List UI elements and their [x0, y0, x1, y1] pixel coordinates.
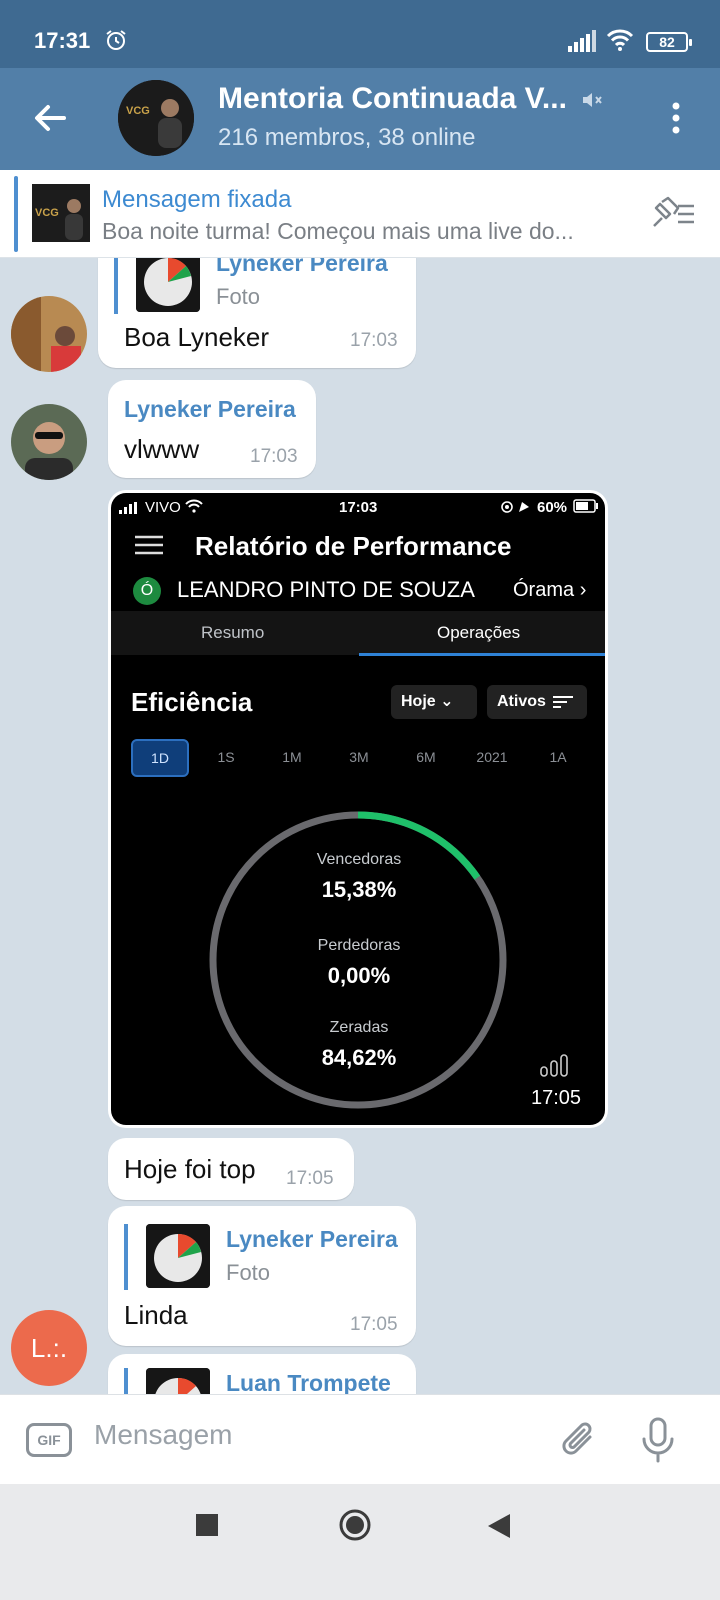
- period-filter: Hoje ⌄: [391, 685, 477, 719]
- sender-avatar[interactable]: [11, 296, 87, 372]
- range-3m: 3M: [349, 749, 369, 765]
- range-1m: 1M: [282, 749, 302, 765]
- message-text: Linda: [124, 1300, 188, 1330]
- message-bubble[interactable]: Hoje foi top 17:05: [108, 1138, 354, 1200]
- broker-name: Órama ›: [513, 579, 586, 602]
- user-avatar-fab[interactable]: L.:.: [11, 1310, 87, 1386]
- chat-subtitle: 216 membros, 38 online: [218, 124, 476, 151]
- back-arrow-icon[interactable]: [32, 100, 68, 136]
- pinned-message[interactable]: VCG Mensagem fixada Boa noite turma! Com…: [0, 170, 720, 258]
- attach-icon[interactable]: [560, 1417, 600, 1463]
- phone-battery: 60%: [537, 499, 568, 516]
- range-1a: 1A: [549, 749, 567, 765]
- stat-value-perdedoras: 0,00%: [327, 963, 391, 988]
- back-triangle-icon[interactable]: [486, 1512, 512, 1540]
- alarm-icon: [106, 30, 126, 50]
- phone-carrier: VIVO: [145, 499, 181, 516]
- assets-filter-label: Ativos: [497, 693, 546, 710]
- wifi-icon: [606, 29, 634, 51]
- message-list[interactable]: Lyneker Pereira Foto Boa Lyneker 17:03 L…: [0, 258, 720, 1420]
- message-time: 17:03: [350, 330, 398, 351]
- pinned-text: Boa noite turma! Começou mais uma live d…: [102, 218, 574, 244]
- more-options-icon[interactable]: [664, 98, 688, 138]
- tab-operacoes: Operações: [437, 623, 521, 642]
- phone-location-icon: [501, 501, 529, 513]
- status-time: 17:31: [34, 28, 91, 53]
- chat-title[interactable]: Mentoria Continuada V...: [218, 82, 567, 116]
- phone-signal-icon: [119, 502, 137, 514]
- views-icon: [540, 1054, 568, 1077]
- hamburger-menu-icon: [135, 535, 163, 555]
- message-time: 17:05: [286, 1168, 334, 1189]
- reply-sender-name: Lyneker Pereira: [226, 1226, 398, 1252]
- reply-preview[interactable]: Lyneker Pereira Foto: [114, 258, 388, 314]
- stat-label-zeradas: Zeradas: [329, 1019, 389, 1036]
- reply-type: Foto: [216, 284, 261, 309]
- report-tabs: [111, 611, 605, 655]
- stat-value-zeradas: 84,62%: [321, 1045, 397, 1070]
- signal-icon: [568, 30, 596, 52]
- broker-label: Órama: [513, 579, 575, 601]
- stat-value-vencedoras: 15,38%: [321, 877, 397, 902]
- stat-label-perdedoras: Perdedoras: [317, 937, 401, 954]
- assets-filter: Ativos: [487, 685, 587, 719]
- pinned-title: Mensagem fixada: [102, 186, 292, 213]
- battery-indicator: 82: [646, 32, 692, 52]
- phone-battery-icon: [573, 499, 598, 513]
- message-input-bar: GIF Mensagem: [0, 1394, 720, 1484]
- reply-sender-name: Lyneker Pereira: [216, 258, 388, 276]
- active-tab-indicator: [359, 653, 605, 656]
- group-avatar[interactable]: VCG: [118, 80, 194, 156]
- range-1d: 1D: [131, 739, 189, 777]
- home-icon[interactable]: [338, 1508, 372, 1542]
- period-filter-label: Hoje: [401, 693, 436, 710]
- message-text: Boa Lyneker: [124, 322, 270, 352]
- pinned-thumbnail: VCG: [32, 184, 90, 242]
- message-bubble[interactable]: Lyneker Pereira Foto Boa Lyneker 17:03: [98, 258, 416, 368]
- sender-name[interactable]: Lyneker Pereira: [124, 396, 296, 423]
- message-input[interactable]: Mensagem: [94, 1419, 233, 1451]
- chevron-down-icon: ⌄: [440, 693, 454, 710]
- reply-type: Foto: [226, 1260, 271, 1285]
- message-time: 17:03: [250, 446, 298, 467]
- reply-thumbnail: [136, 258, 200, 312]
- message-bubble[interactable]: Lyneker Pereira vlwww 17:03: [108, 380, 316, 478]
- message-bubble[interactable]: Lyneker Pereira Foto Linda 17:05: [108, 1206, 416, 1346]
- photo-message[interactable]: VIVO 17:03 60% Relatório de Performance …: [108, 490, 608, 1128]
- recents-icon[interactable]: [196, 1514, 218, 1536]
- phone-wifi-icon: [185, 499, 203, 513]
- section-heading: Eficiência: [131, 687, 253, 717]
- svg-text:VCG: VCG: [126, 105, 150, 117]
- photo-content: VIVO 17:03 60% Relatório de Performance …: [111, 493, 605, 1125]
- sender-avatar[interactable]: [11, 404, 87, 480]
- mute-icon: [583, 93, 602, 107]
- svg-text:VCG: VCG: [35, 207, 59, 219]
- reply-sender-name: Luan Trompete: [226, 1370, 391, 1396]
- range-2021: 2021: [476, 749, 508, 765]
- message-text: vlwww: [124, 434, 200, 464]
- message-text: Hoje foi top: [124, 1154, 256, 1184]
- range-6m: 6M: [416, 749, 436, 765]
- reply-preview[interactable]: Lyneker Pereira Foto: [124, 1224, 398, 1290]
- system-navigation-bar: [0, 1484, 720, 1600]
- reply-thumbnail: [146, 1224, 210, 1288]
- photo-message-time: 17:05: [531, 1087, 582, 1109]
- tab-resumo: Resumo: [201, 623, 265, 642]
- stat-label-vencedoras: Vencedoras: [316, 851, 402, 868]
- pinned-indicator-bar: [14, 176, 18, 252]
- status-bar: 17:31 82: [0, 0, 720, 68]
- phone-time: 17:03: [339, 499, 378, 516]
- message-time: 17:05: [350, 1314, 398, 1335]
- account-name: LEANDRO PINTO DE SOUZA: [177, 577, 475, 602]
- pinned-list-icon[interactable]: [648, 196, 696, 232]
- chat-header: VCG Mentoria Continuada V... 216 membros…: [0, 68, 720, 170]
- microphone-icon[interactable]: [640, 1417, 676, 1463]
- report-title: Relatório de Performance: [195, 531, 512, 561]
- chevron-right-icon: ›: [579, 579, 587, 601]
- sort-icon: [553, 696, 573, 708]
- broker-logo: Ó: [133, 577, 161, 605]
- range-1s: 1S: [217, 749, 235, 765]
- gif-icon[interactable]: GIF: [26, 1423, 72, 1457]
